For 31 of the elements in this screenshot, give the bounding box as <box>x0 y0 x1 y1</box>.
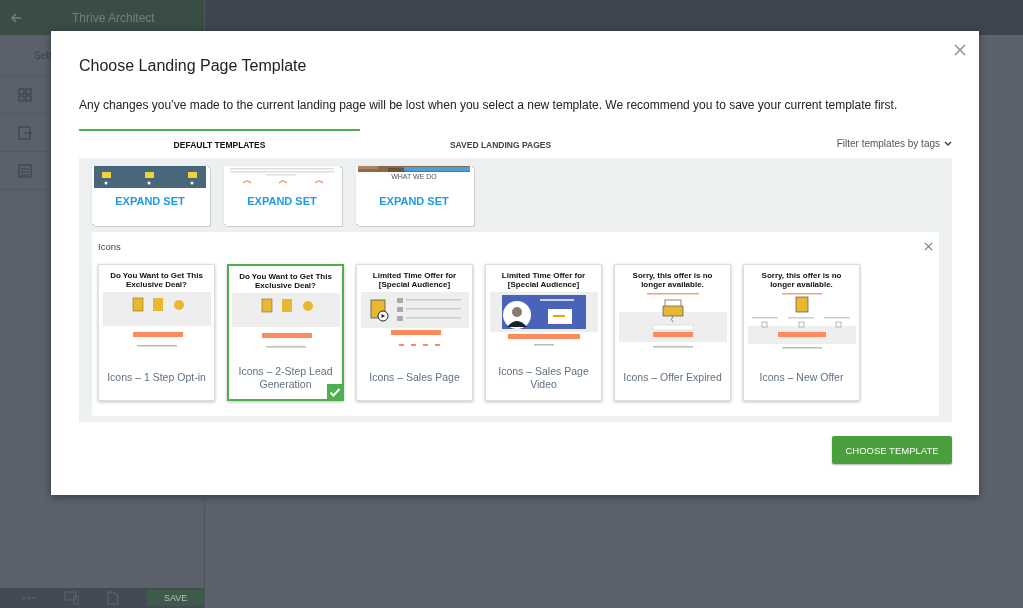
template-name: Icons – New Offer <box>759 371 844 384</box>
preview-heading: Do You Want to Get This Exclusive Deal? <box>238 273 333 291</box>
preview-heading: Limited Time Offer for [Special Audience] <box>500 272 587 290</box>
checkmark-badge-icon <box>327 384 343 400</box>
preview-heading: Limited Time Offer for [Special Audience] <box>371 272 458 290</box>
template-name: Icons – Sales Page <box>369 371 460 384</box>
template-card[interactable]: Do You Want to Get This Exclusive Deal? Icons – 2-Step Lead Generation <box>227 264 344 401</box>
chevron-icon <box>944 140 952 147</box>
template-card[interactable]: Sorry, this offer is no longer available. Icons – Offer Expired <box>614 264 731 401</box>
preview-heading: Do You Want to Get This Exclusive Deal? <box>109 272 204 290</box>
layout-icon[interactable] <box>18 163 32 178</box>
close-icon[interactable] <box>954 44 966 56</box>
close-icon[interactable] <box>924 241 933 251</box>
template-name: Icons – Sales Page Video <box>497 364 590 391</box>
back-arrow-icon[interactable] <box>10 11 22 24</box>
template-card[interactable]: Limited Time Offer for [Special Audience] Icons – Sales Page <box>356 264 473 401</box>
filter-dropdown[interactable]: Filter templates by tags <box>836 129 952 158</box>
template-card[interactable]: Do You Want to Get This Exclusive Deal? Icons – 1 Step Opt-in <box>98 264 215 401</box>
template-name: Icons – Offer Expired <box>623 371 722 384</box>
template-name: Icons – 2-Step Lead Generation <box>237 364 334 391</box>
group-title: Icons <box>98 240 121 252</box>
preview-heading: Sorry, this offer is no longer available. <box>760 272 843 290</box>
preview-heading: Sorry, this offer is no longer available. <box>631 272 714 290</box>
grid-icon[interactable] <box>18 87 32 102</box>
save-button[interactable]: SAVE <box>147 590 204 606</box>
template-name: Icons – 1 Step Opt-in <box>107 371 206 384</box>
template-card[interactable]: Limited Time Offer for [Special Audience] Icons – Sales Page Video <box>485 264 602 401</box>
template-card[interactable]: Sorry, this offer is no longer available. Icons – New Offer <box>743 264 860 401</box>
warning-text: Any changes you’ve made to the current landing page will be lost when you select a new template. We recommend you to save your current template first. <box>79 98 899 112</box>
dialog-title: Choose Landing Page Template <box>79 57 308 75</box>
export-icon[interactable] <box>18 125 32 140</box>
